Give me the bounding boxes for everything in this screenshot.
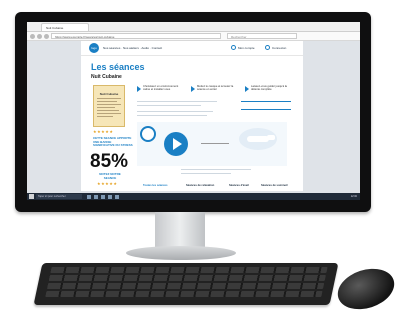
monitor-stand-neck bbox=[155, 212, 205, 250]
book-text-line bbox=[97, 113, 121, 114]
login-icon[interactable] bbox=[265, 45, 270, 50]
monitor-stand-base bbox=[126, 246, 236, 260]
book-cover[interactable]: Nuit Cubaine bbox=[93, 85, 125, 127]
address-bar[interactable]: https://www.exemple.fr/seances/nuit-cuba… bbox=[51, 33, 221, 39]
forward-icon[interactable] bbox=[37, 33, 42, 39]
account-icon[interactable] bbox=[231, 45, 236, 50]
browser-tab[interactable]: Nuit Cubaine bbox=[41, 23, 89, 31]
mail-icon[interactable] bbox=[115, 194, 119, 199]
keyboard-row bbox=[46, 283, 325, 289]
step-text: Choisissez un environnement calme et ins… bbox=[143, 85, 179, 92]
stat-label: CETTE SEANCE APPORTE UNE BAISSE SIGNIFIC… bbox=[93, 136, 133, 148]
arrow-icon bbox=[245, 86, 249, 92]
mouse bbox=[332, 261, 400, 316]
step-3: Laissez-vous guider jusqu'à la détente c… bbox=[245, 85, 293, 95]
file-explorer-icon[interactable] bbox=[101, 194, 105, 199]
step-2: Mettez le casque et écoutez la séance en… bbox=[191, 85, 239, 95]
taskbar-clock[interactable]: 12:00 bbox=[351, 194, 357, 199]
browser-tab-bar: Nuit Cubaine bbox=[27, 22, 360, 32]
book-text-line bbox=[97, 104, 121, 105]
taskbar-search[interactable]: Taper ici pour rechercher bbox=[36, 194, 82, 199]
progress-bar[interactable] bbox=[241, 109, 291, 110]
progress-bar[interactable] bbox=[241, 101, 291, 102]
windows-start-icon[interactable] bbox=[29, 194, 34, 199]
book-text-line bbox=[97, 116, 113, 117]
audio-player bbox=[137, 122, 287, 166]
browser-toolbar: https://www.exemple.fr/seances/nuit-cuba… bbox=[27, 32, 360, 41]
browser-search-input[interactable]: Rechercher bbox=[227, 33, 297, 39]
rate-label: NOTEZ NOTRE SEANCE bbox=[99, 172, 121, 180]
step-text: Mettez le casque et écoutez la séance en… bbox=[197, 85, 234, 92]
text-line bbox=[137, 111, 213, 112]
text-line bbox=[137, 105, 201, 106]
footer-link[interactable]: Séances d'éveil bbox=[229, 184, 249, 187]
book-title: Nuit Cubaine bbox=[99, 92, 119, 96]
screen: Nuit Cubaine https://www.exemple.fr/sean… bbox=[27, 22, 360, 200]
footer-link[interactable]: Séances de relaxation bbox=[186, 184, 214, 187]
site-nav[interactable]: Nos séances · Nos ateliers · Audio · Con… bbox=[103, 46, 162, 50]
step-1: Choisissez un environnement calme et ins… bbox=[137, 85, 185, 95]
back-icon[interactable] bbox=[30, 33, 35, 39]
store-icon[interactable] bbox=[108, 194, 112, 199]
header-link-account[interactable]: Mon compte bbox=[238, 46, 255, 50]
stat-value: 85% bbox=[90, 151, 129, 172]
footer-link[interactable]: Toutes les séances bbox=[143, 184, 167, 187]
page-title: Les séances bbox=[91, 62, 145, 72]
arrow-icon bbox=[137, 86, 141, 92]
book-text-line bbox=[97, 107, 115, 108]
connector-line bbox=[201, 143, 229, 144]
book-text-line bbox=[97, 98, 121, 99]
play-button[interactable] bbox=[164, 132, 188, 156]
keyboard bbox=[33, 263, 339, 305]
text-line bbox=[181, 169, 251, 170]
keyboard-row bbox=[45, 291, 323, 297]
edge-icon[interactable] bbox=[94, 194, 98, 199]
steps-row: Choisissez un environnement calme et ins… bbox=[137, 85, 297, 95]
text-line bbox=[181, 173, 231, 174]
site-header: logo Nos séances · Nos ateliers · Audio … bbox=[81, 41, 303, 56]
text-line bbox=[137, 115, 207, 116]
text-line bbox=[137, 101, 217, 102]
arrow-icon bbox=[191, 86, 195, 92]
page-footer-links: Toutes les séances Séances de relaxation… bbox=[81, 181, 303, 191]
book-text-line bbox=[97, 110, 119, 111]
pillow-figure bbox=[267, 135, 275, 140]
keyboard-row bbox=[48, 275, 326, 281]
header-link-login[interactable]: Connexion bbox=[272, 46, 286, 50]
person-figure bbox=[247, 136, 269, 142]
footer-link[interactable]: Séances de sommeil bbox=[261, 184, 287, 187]
book-text-line bbox=[97, 101, 117, 102]
web-page: logo Nos séances · Nos ateliers · Audio … bbox=[81, 41, 303, 191]
reload-icon[interactable] bbox=[44, 33, 49, 39]
play-icon bbox=[173, 138, 182, 150]
headphones-icon bbox=[140, 126, 156, 142]
session-title: Nuit Cubaine bbox=[91, 74, 122, 80]
step-text: Laissez-vous guider jusqu'à la détente c… bbox=[251, 85, 287, 92]
book-rating-stars: ★★★★★ bbox=[93, 129, 114, 134]
keyboard-row bbox=[50, 267, 328, 273]
site-logo[interactable]: logo bbox=[89, 43, 99, 53]
task-view-icon[interactable] bbox=[87, 194, 91, 199]
taskbar: Taper ici pour rechercher 12:00 bbox=[27, 193, 360, 200]
